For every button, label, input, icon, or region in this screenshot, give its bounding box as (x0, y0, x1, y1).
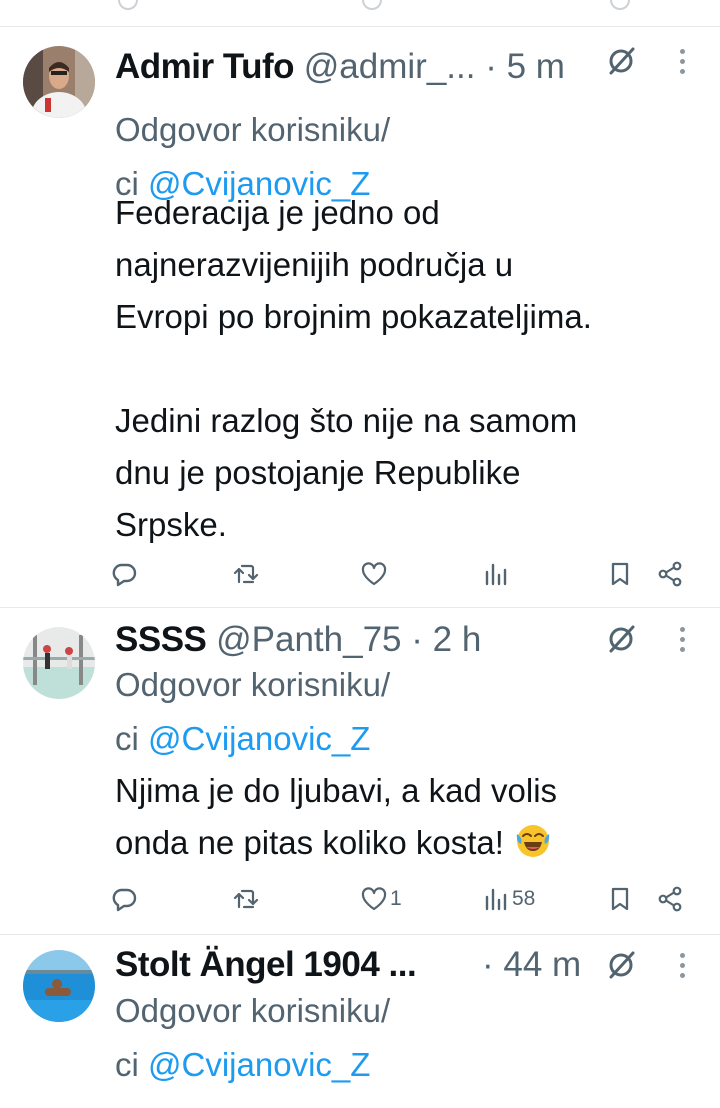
reply-label: Odgovor korisniku/ (115, 666, 391, 703)
views-icon (485, 888, 507, 911)
like-icon (362, 0, 382, 10)
reply-label-suffix: ci (115, 720, 139, 757)
retweet-button[interactable] (232, 556, 260, 592)
reply-label: Odgovor korisniku/ (115, 992, 391, 1029)
grok-icon[interactable] (604, 948, 638, 982)
reply-icon (112, 563, 137, 587)
tweet-header: SSSS @Panth_75 · 2 h (115, 618, 640, 662)
reply-mention[interactable]: @Cvijanovic_Z (148, 1046, 370, 1083)
more-icon[interactable] (670, 622, 694, 656)
more-icon[interactable] (670, 948, 694, 982)
bookmark-button[interactable] (606, 881, 634, 917)
avatar[interactable] (23, 950, 95, 1022)
reply-button[interactable] (110, 881, 138, 917)
separator-dot: · (411, 620, 423, 659)
bookmark-icon (610, 0, 630, 10)
like-button[interactable]: 1 (360, 881, 402, 917)
timestamp[interactable]: 2 h (433, 620, 482, 659)
tweet[interactable]: Admir Tufo @admir_... · 5 m Odgovor kori… (0, 27, 720, 608)
share-icon (658, 886, 682, 912)
tweet-text: Njima je do ljubavi, a kad volis onda ne… (115, 772, 558, 861)
share-button[interactable] (656, 881, 684, 917)
tweet-actions (110, 556, 700, 592)
retweet-icon (233, 564, 259, 584)
reply-label-suffix: ci (115, 1046, 139, 1083)
reply-button[interactable] (110, 556, 138, 592)
bookmark-icon (611, 887, 629, 911)
timestamp[interactable]: 44 m (503, 945, 581, 984)
timestamp[interactable]: 5 m (507, 47, 565, 86)
tweet-meta: · 44 m (482, 943, 581, 987)
like-count: 1 (390, 887, 402, 910)
views-icon (485, 563, 507, 586)
laughing-emoji-icon (516, 825, 550, 857)
share-button[interactable] (656, 556, 684, 592)
grok-icon[interactable] (604, 622, 638, 656)
reply-context: Odgovor korisniku/ ci @Cvijanovic_Z (115, 984, 390, 1092)
avatar[interactable] (23, 627, 95, 699)
display-name[interactable]: Admir Tufo (115, 47, 295, 86)
bookmark-button[interactable] (606, 556, 634, 592)
separator-dot: · (482, 945, 494, 984)
more-icon[interactable] (670, 44, 694, 78)
user-handle[interactable]: @Panth_75 (216, 620, 401, 659)
views-button[interactable] (482, 556, 512, 592)
reply-icon (118, 0, 138, 10)
share-icon (658, 561, 682, 587)
tweet-actions: 1 58 (110, 881, 700, 917)
user-handle[interactable]: @admir_... (304, 47, 476, 86)
views-count: 58 (512, 887, 536, 910)
tweet[interactable]: SSSS @Panth_75 · 2 h Odgovor korisniku/ … (0, 608, 720, 935)
bookmark-icon (611, 562, 629, 586)
tweet-header: Admir Tufo @admir_... · 5 m (115, 45, 640, 89)
reply-label: Odgovor korisniku/ (115, 111, 391, 148)
views-button[interactable]: 58 (482, 881, 535, 917)
display-name[interactable]: Stolt Ängel 1904 ... (115, 945, 417, 984)
avatar[interactable] (23, 46, 95, 118)
reply-mention[interactable]: @Cvijanovic_Z (148, 720, 370, 757)
tweet-text: Federacija je jedno od najnerazvijenijih… (115, 194, 592, 543)
retweet-button[interactable] (232, 881, 260, 917)
like-icon (361, 562, 387, 586)
grok-icon[interactable] (604, 44, 638, 78)
previous-tweet-action-bar (0, 0, 720, 27)
like-button[interactable] (360, 556, 390, 592)
retweet-icon (233, 889, 259, 909)
separator-dot: · (485, 47, 497, 86)
reply-icon (112, 888, 137, 912)
like-icon (361, 887, 387, 911)
display-name[interactable]: SSSS (115, 620, 207, 659)
tweet-text-container: Njima je do ljubavi, a kad volis onda ne… (115, 765, 695, 869)
tweet[interactable]: Stolt Ängel 1904 ... · 44 m Odgovor kori… (0, 935, 720, 1108)
reply-context: Odgovor korisniku/ ci @Cvijanovic_Z (115, 658, 390, 766)
